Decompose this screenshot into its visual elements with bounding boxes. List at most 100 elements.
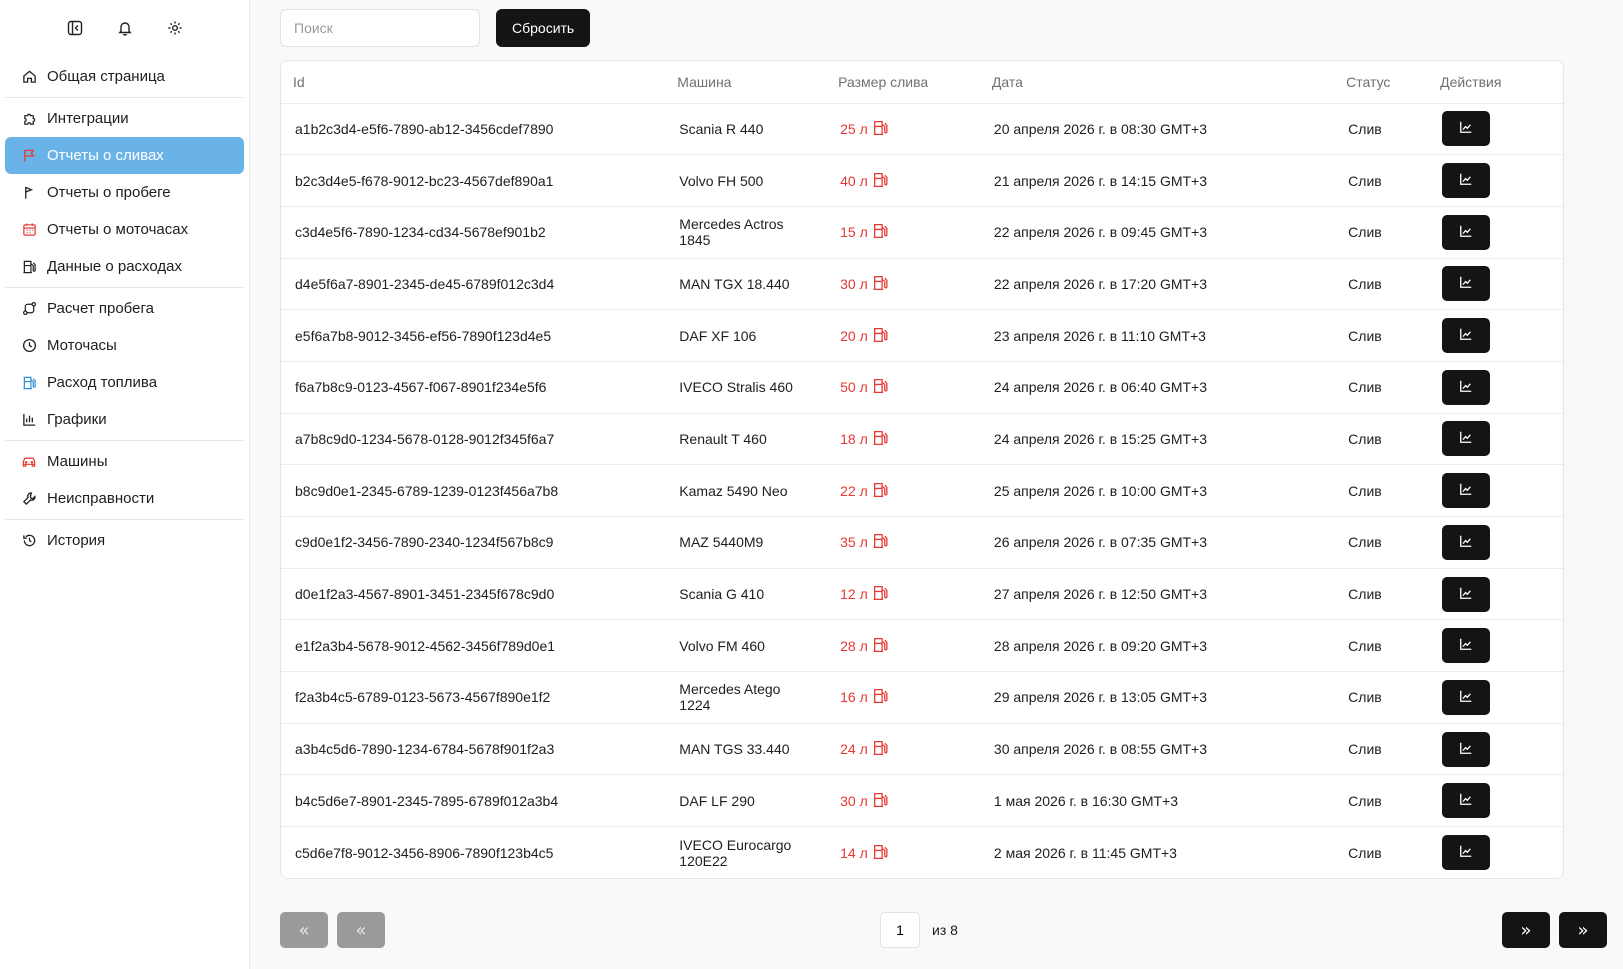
line-chart-icon (1459, 637, 1473, 654)
view-chart-button[interactable] (1442, 369, 1491, 405)
line-chart-icon (1459, 327, 1473, 344)
table-row: b4c5d6e7-8901-2345-7895-6789f012a3b4 DAF … (281, 775, 1563, 827)
cell-drain-size: 16 л (826, 672, 980, 724)
sidebar-item-drain-reports[interactable]: Отчеты о сливах (5, 137, 244, 174)
cell-date: 30 апреля 2026 г. в 08:55 GMT+3 (993, 741, 1208, 758)
reset-button[interactable]: Сбросить (496, 9, 591, 47)
sidebar-item-charts[interactable]: Графики (5, 401, 244, 438)
sidebar-item-fuel-consumption[interactable]: Расход топлива (5, 364, 244, 401)
cell-car: Volvo FH 500 (679, 172, 764, 189)
drain-size-value: 18 л (840, 430, 868, 447)
cell-id: b4c5d6e7-8901-2345-7895-6789f012a3b4 (295, 792, 559, 809)
sidebar-item-label: Моточасы (47, 337, 117, 354)
drain-size-value: 28 л (840, 637, 868, 654)
line-chart-icon (1459, 586, 1473, 603)
cell-status: Слив (1348, 534, 1382, 551)
cell-status: Слив (1348, 120, 1382, 137)
sidebar-item-label: Общая страница (47, 68, 165, 85)
next-page-button[interactable]: » (1502, 912, 1550, 948)
sidebar-item-cars[interactable]: Машины (5, 443, 244, 480)
view-chart-button[interactable] (1442, 421, 1491, 457)
view-chart-button[interactable] (1442, 111, 1491, 147)
search-input[interactable] (280, 9, 480, 47)
cell-drain-size: 30 л (826, 775, 980, 827)
column-header-id[interactable]: Id (281, 61, 666, 104)
history-icon (21, 533, 37, 549)
fuel-pump-icon (872, 171, 889, 191)
cell-actions (1428, 413, 1563, 465)
line-chart-icon (1459, 430, 1473, 447)
line-chart-icon (1459, 224, 1473, 241)
nav-group-home: Общая страница (5, 56, 244, 98)
view-chart-button[interactable] (1442, 473, 1491, 509)
sidebar-item-expense-data[interactable]: Данные о расходах (5, 248, 244, 285)
view-chart-button[interactable] (1442, 576, 1491, 612)
sidebar-item-integrations[interactable]: Интеграции (5, 100, 244, 137)
drain-size-value: 50 л (840, 379, 868, 396)
cell-actions (1428, 775, 1563, 827)
drain-reports-table: Id Машина Размер слива Дата Статус Дейст… (280, 60, 1564, 880)
cell-actions (1428, 206, 1563, 258)
fuel-icon (21, 259, 37, 275)
sidebar-item-home[interactable]: Общая страница (5, 58, 244, 95)
fuel-pump-icon (872, 584, 889, 604)
sidebar: Общая страница Интеграции Отчеты о слива… (0, 0, 250, 969)
first-page-button[interactable]: « (280, 912, 328, 948)
view-chart-button[interactable] (1442, 783, 1491, 819)
cell-car: MAN TGS 33.440 (679, 741, 790, 758)
line-chart-icon (1459, 379, 1473, 396)
gear-icon[interactable] (167, 20, 183, 36)
column-header-drain-size[interactable]: Размер слива (826, 61, 980, 104)
fuel-pump-icon (872, 274, 889, 294)
sidebar-item-faults[interactable]: Неисправности (5, 480, 244, 517)
view-chart-button[interactable] (1442, 318, 1491, 354)
cell-drain-size: 50 л (826, 361, 980, 413)
cell-car: DAF XF 106 (679, 327, 757, 344)
fuel-pump-icon (872, 739, 889, 759)
table-header: Id Машина Размер слива Дата Статус Дейст… (281, 61, 1563, 104)
sidebar-item-mileage-calc[interactable]: Расчет пробега (5, 290, 244, 327)
view-chart-button[interactable] (1442, 628, 1491, 664)
cell-actions (1428, 258, 1563, 310)
view-chart-button[interactable] (1442, 524, 1491, 560)
prev-page-button[interactable]: « (337, 912, 385, 948)
table-row: e5f6a7b8-9012-3456-ef56-7890f123d4e5 DAF … (281, 310, 1563, 362)
view-chart-button[interactable] (1442, 163, 1491, 199)
view-chart-button[interactable] (1442, 214, 1491, 250)
cell-car: Renault T 460 (679, 430, 767, 447)
cell-date: 24 апреля 2026 г. в 15:25 GMT+3 (993, 430, 1208, 447)
collapse-sidebar-icon[interactable] (67, 20, 83, 36)
cell-status: Слив (1348, 844, 1382, 861)
cell-actions (1428, 465, 1563, 517)
view-chart-button[interactable] (1442, 731, 1491, 767)
cell-car: IVECO Eurocargo 120E22 (679, 836, 792, 869)
cell-id: a1b2c3d4-e5f6-7890-ab12-3456cdef7890 (295, 120, 554, 137)
sidebar-item-mileage-reports[interactable]: Отчеты о пробеге (5, 174, 244, 211)
fuel-pump-icon (872, 377, 889, 397)
column-header-status[interactable]: Статус (1334, 61, 1429, 104)
sidebar-item-motohours[interactable]: Моточасы (5, 327, 244, 364)
sidebar-item-label: Расход топлива (47, 374, 158, 391)
sidebar-item-motohours-reports[interactable]: Отчеты о моточасах (5, 211, 244, 248)
flag-icon (21, 148, 37, 164)
view-chart-button[interactable] (1442, 835, 1491, 871)
sidebar-item-history[interactable]: История (5, 522, 244, 559)
cell-date: 27 апреля 2026 г. в 12:50 GMT+3 (993, 586, 1208, 603)
page-number-input[interactable] (880, 912, 920, 948)
drain-size-value: 40 л (840, 172, 868, 189)
column-header-car[interactable]: Машина (665, 61, 827, 104)
table-body: a1b2c3d4-e5f6-7890-ab12-3456cdef7890 Scan… (281, 103, 1563, 878)
cell-status: Слив (1348, 637, 1382, 654)
cell-car: Scania R 440 (679, 120, 764, 137)
drain-size-value: 16 л (840, 689, 868, 706)
cell-status: Слив (1348, 792, 1382, 809)
cell-status: Слив (1348, 689, 1382, 706)
cell-status: Слив (1348, 327, 1382, 344)
view-chart-button[interactable] (1442, 266, 1491, 302)
bell-icon[interactable] (117, 20, 133, 36)
column-header-date[interactable]: Дата (979, 61, 1335, 104)
last-page-button[interactable]: » (1559, 912, 1607, 948)
flag-pennant-icon (21, 185, 37, 201)
cell-actions (1428, 568, 1563, 620)
view-chart-button[interactable] (1442, 679, 1491, 715)
